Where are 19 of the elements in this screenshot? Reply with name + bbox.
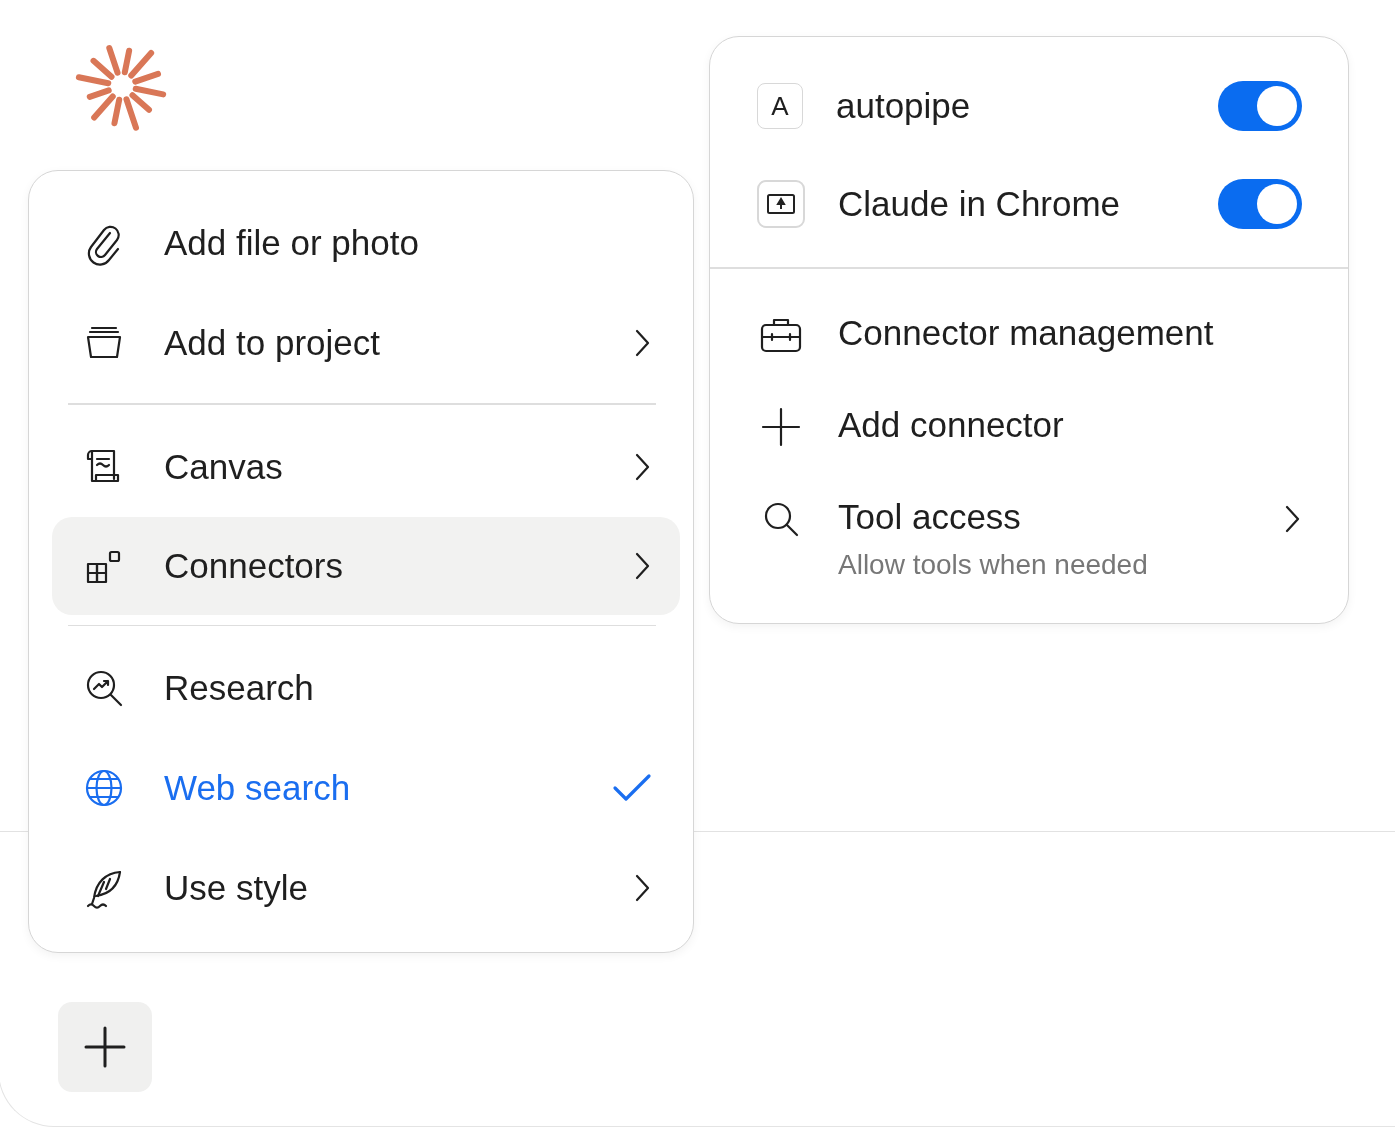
connector-initial: A: [757, 83, 803, 129]
menu-item-description: Allow tools when needed: [838, 548, 1149, 581]
toggle-switch[interactable]: [1218, 179, 1302, 229]
menu-item[interactable]: Connector management: [710, 288, 1348, 381]
add-button[interactable]: [58, 1002, 152, 1092]
plus-icon: [84, 1026, 126, 1068]
menu-item[interactable]: Add to project: [52, 293, 680, 393]
menu-item[interactable]: Use style: [52, 838, 680, 938]
menu-item[interactable]: Research: [52, 638, 680, 738]
menu-item[interactable]: Web search: [52, 738, 680, 838]
toggle-switch[interactable]: [1218, 81, 1302, 131]
menu-item[interactable]: Canvas: [52, 416, 680, 517]
menu-item[interactable]: Connectors: [52, 516, 680, 615]
menu-item[interactable]: Add connector: [710, 380, 1348, 473]
browser-window-icon: [757, 180, 805, 228]
connector-name: autopipe: [836, 86, 972, 126]
menu-item[interactable]: Add file or photo: [52, 193, 680, 293]
connector-name: Claude in Chrome: [838, 184, 1122, 224]
menu-item[interactable]: Tool access Allow tools when needed: [710, 472, 1348, 603]
